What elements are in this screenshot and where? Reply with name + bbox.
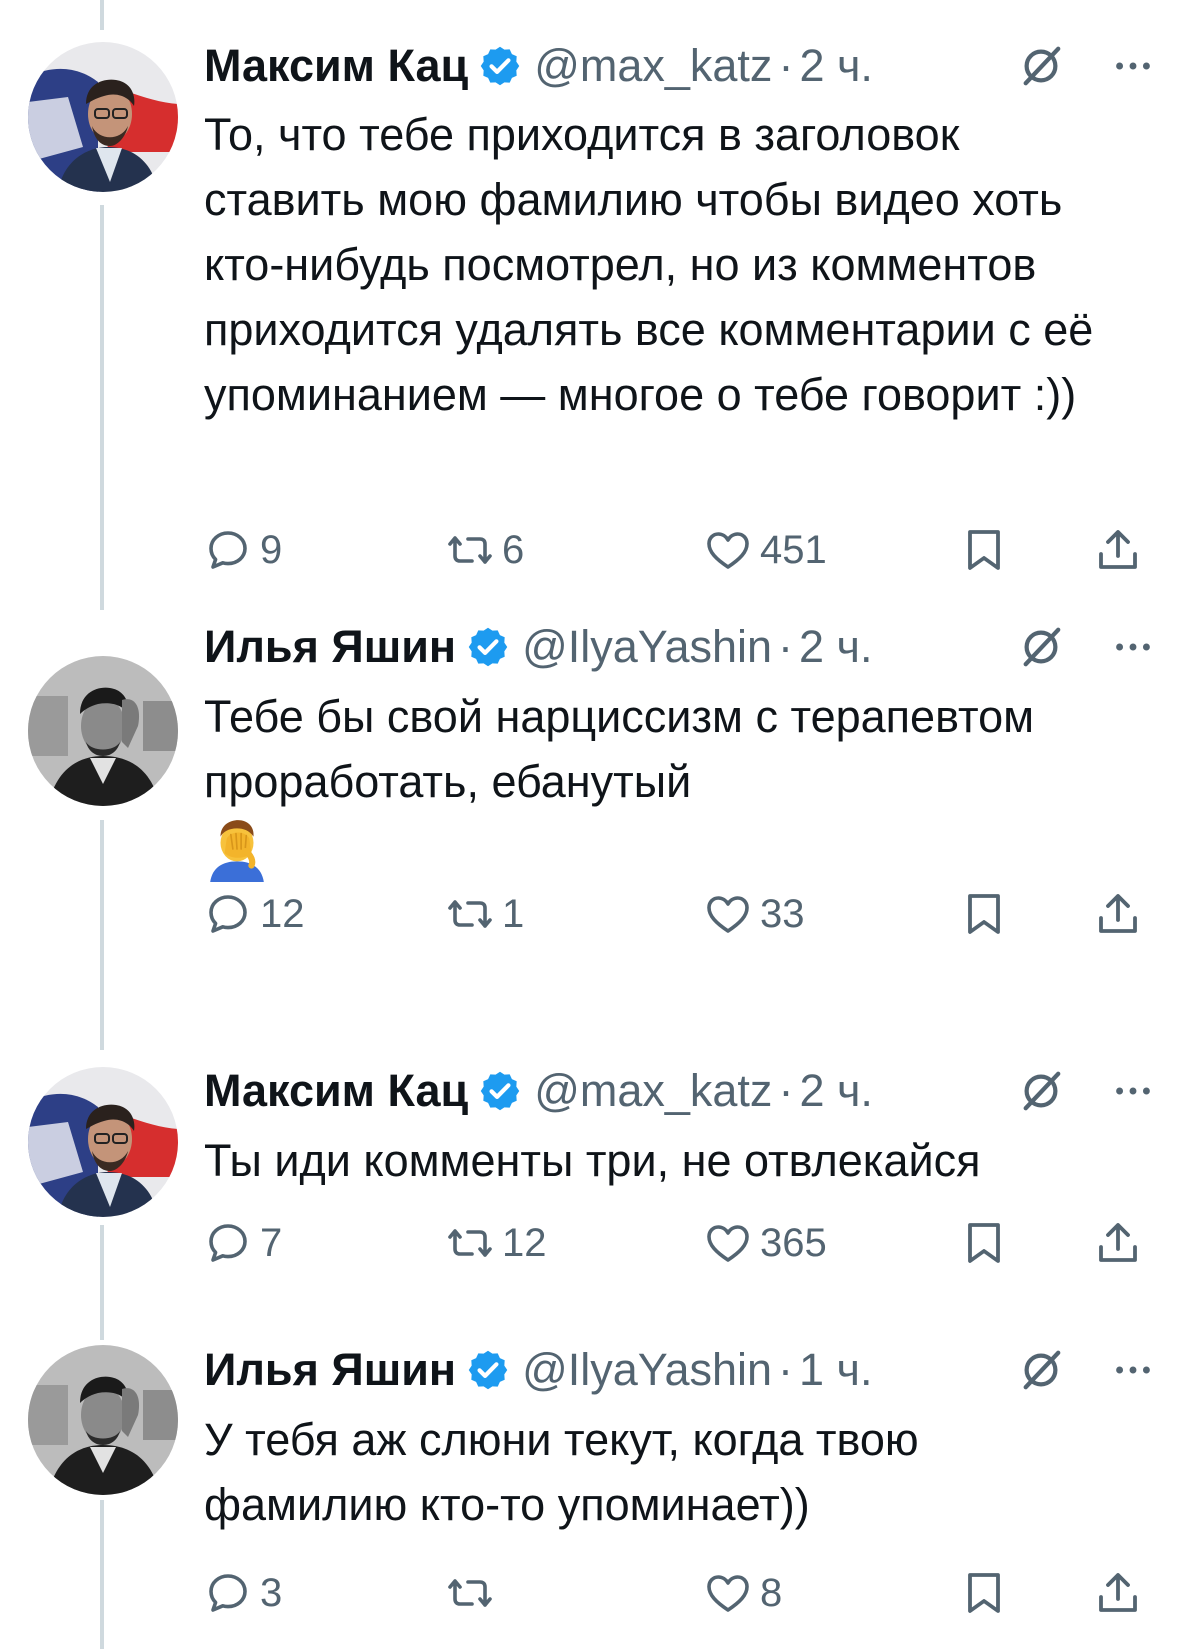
share-icon (1099, 1573, 1137, 1612)
retweet-button[interactable] (446, 1563, 502, 1623)
author-name[interactable]: Илья Яшин (204, 1344, 456, 1396)
bookmark-icon (968, 1573, 1000, 1613)
reply-count: 3 (260, 1570, 283, 1615)
heart-icon (707, 1575, 749, 1612)
reply-button[interactable]: 3 (204, 1563, 282, 1623)
retweet-icon (448, 1579, 492, 1607)
thread: Максим Кац @max_katz · 2 ч. То, что тебе… (0, 0, 1178, 1649)
share-button[interactable] (1094, 1563, 1150, 1623)
grok-icon[interactable] (1018, 1347, 1064, 1393)
like-button[interactable]: 8 (704, 1563, 782, 1623)
avatar[interactable] (28, 1345, 178, 1495)
author-handle[interactable]: @IlyaYashin (522, 1344, 772, 1396)
verified-badge-icon (468, 1350, 508, 1390)
timestamp[interactable]: 1 ч. (799, 1344, 872, 1396)
tweet-header: Илья Яшин @IlyaYashin · 1 ч. (204, 1340, 873, 1400)
tweet-text: У тебя аж слюни текут, когда твою фамили… (204, 1414, 919, 1530)
separator-dot: · (778, 1344, 794, 1395)
ilya-yashin-avatar (28, 1345, 178, 1495)
more-icon[interactable] (1110, 1347, 1156, 1393)
tweet-actions: 3 8 (204, 1563, 1154, 1623)
tweet[interactable]: Илья Яшин @IlyaYashin · 1 ч. У тебя аж с… (0, 0, 1178, 1649)
reply-icon (209, 1574, 247, 1612)
like-count: 8 (760, 1570, 783, 1615)
bookmark-button[interactable] (960, 1563, 1016, 1623)
